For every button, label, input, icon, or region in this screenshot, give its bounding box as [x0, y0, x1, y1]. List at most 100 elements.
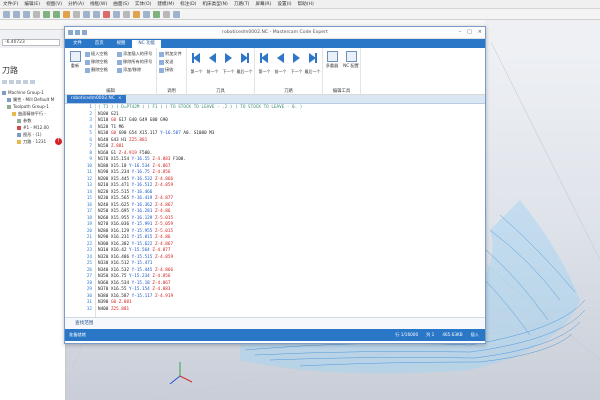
menu-item[interactable]: 建模(M) — [157, 1, 174, 7]
code-line[interactable]: 32 N400 Z25.881 — [65, 307, 129, 314]
code-token: N270 X16.036 — [98, 222, 132, 227]
new-icon[interactable] — [3, 10, 10, 18]
code-token: Z-4.877 — [154, 196, 174, 201]
undo-icon[interactable] — [43, 10, 50, 18]
close-tab-icon[interactable]: × — [118, 95, 122, 103]
renumber-button[interactable]: 重新 — [67, 51, 83, 69]
plane-icon[interactable] — [123, 10, 130, 18]
menu-item[interactable]: 曲面(S) — [113, 1, 129, 7]
code-token: N260 X15.955 — [98, 215, 132, 221]
code-token: Y-15.154 — [129, 287, 150, 292]
remove-spaces-button[interactable]: 移除空格 — [85, 59, 108, 65]
tree-item[interactable]: 曲面精修平行 - — [2, 110, 65, 117]
menu-item[interactable]: 帮助(H) — [298, 1, 314, 7]
analyze-icon[interactable] — [113, 10, 120, 18]
tool-next-button[interactable]: 下一个 — [221, 53, 236, 75]
tool-last-button[interactable]: 最后一个 — [237, 53, 253, 75]
tool-first-button[interactable]: 第一个 — [189, 53, 204, 75]
ribbon-tabs: 文件 首页 视图 NC 功能 — [65, 39, 485, 48]
zoom-icon[interactable] — [63, 10, 70, 18]
tree-item[interactable]: 参数 — [2, 117, 65, 124]
tab-view[interactable]: 视图 — [111, 40, 132, 48]
tree-item-label: Toolpath Group-1 — [13, 104, 49, 109]
tree-item[interactable]: Toolpath Group-1 — [2, 103, 65, 110]
menu-item[interactable]: 机床类型(N) — [202, 1, 227, 7]
redo-icon[interactable] — [53, 10, 60, 18]
toolpath-next-button[interactable]: 下一个 — [289, 53, 304, 75]
regen-icon[interactable] — [9, 80, 14, 84]
shade-icon[interactable] — [143, 10, 150, 18]
menu-item[interactable]: 实体(O) — [135, 1, 151, 7]
tool-prev-button[interactable]: 前一个 — [205, 53, 220, 75]
ribbon-group-edit: 重新 插入空格 移除空格 删除空格 添加插入的序号 移除所有的序号 添加/移除 … — [65, 48, 157, 95]
receive-button[interactable]: 接收 — [159, 67, 173, 73]
select-all-icon[interactable] — [2, 80, 7, 84]
code-expert-window: roboticedm0002.NC - Mastercam Code Exper… — [64, 26, 486, 344]
menu-item[interactable]: 线框(W) — [90, 1, 107, 7]
view-front-icon[interactable] — [93, 10, 100, 18]
geometry-icon — [17, 132, 21, 137]
code-token: Z-4.859 — [154, 254, 174, 260]
light-icon[interactable] — [133, 10, 140, 18]
menu-item[interactable]: 刀路(T) — [234, 1, 250, 7]
toolpath-last-button[interactable]: 最后一个 — [305, 53, 321, 75]
axis-triad — [169, 362, 193, 385]
menu-item[interactable]: 文件(F) — [3, 1, 18, 7]
document-tab[interactable]: roboticedm0002.NC × — [67, 95, 126, 103]
tab-nc-functions[interactable]: NC 功能 — [132, 40, 161, 48]
post-icon[interactable] — [30, 80, 35, 84]
nc-code-editor[interactable]: 1( T1 ) ( D=PT42M ) ( F1 ) ( TO STOCK TO… — [65, 104, 485, 317]
status-bar: 准备就绪 行 1/16000 列 1 465.63KB 插入 — [65, 329, 485, 341]
properties-icon — [7, 97, 11, 102]
save-icon[interactable] — [23, 10, 30, 18]
color-icon[interactable] — [173, 10, 180, 18]
code-token: Y-16.534 — [129, 163, 150, 169]
send-button[interactable]: 发送 — [159, 59, 173, 65]
menu-item[interactable]: 分析(A) — [68, 1, 84, 7]
toolpath-prev-button[interactable]: 前一个 — [273, 53, 288, 75]
fit-icon[interactable] — [73, 10, 80, 18]
toolpath-first-button[interactable]: 第一个 — [257, 53, 272, 75]
tab-home[interactable]: 首页 — [89, 40, 110, 48]
find-range-bar[interactable]: 查找范围 — [65, 317, 485, 329]
verify-icon[interactable] — [23, 80, 28, 84]
view-top-icon[interactable] — [83, 10, 90, 18]
code-token: N300 X16.382 — [98, 241, 132, 247]
tree-item[interactable]: 属性 - Mill Default M — [2, 96, 65, 103]
tree-item[interactable]: #1 - M12.00 — [2, 124, 65, 131]
tree-item-label: 参数 — [23, 117, 32, 123]
add-sequence-button[interactable]: 添加插入的序号 — [117, 51, 152, 57]
ribbon-group-label: 调用 — [167, 89, 176, 94]
menu-item[interactable]: 编辑(E) — [24, 1, 40, 7]
code-token: Y-16.129 — [131, 215, 153, 221]
remove-sequence-button[interactable]: 移除所有的序号 — [117, 59, 152, 65]
multi-edit-button[interactable]: 多重器 — [324, 51, 340, 69]
menu-item[interactable]: 设置(I) — [277, 1, 291, 7]
tree-item[interactable]: 图形 - (1) — [2, 131, 65, 138]
add-remove-button[interactable]: 添加/移除 — [117, 67, 141, 73]
code-token: N320 X16.486 — [98, 254, 132, 260]
nc-config-button[interactable]: NC 配置 — [343, 51, 359, 69]
simulate-icon[interactable] — [16, 80, 21, 84]
code-token: Z-4.867 — [154, 241, 174, 247]
tree-item[interactable]: Machine Group-1 — [2, 89, 65, 96]
tree-item-label: 属性 - Mill Default M — [13, 96, 55, 102]
attach-file-button[interactable]: 附加文件 — [159, 51, 182, 57]
layer-icon[interactable] — [163, 10, 170, 18]
delete-spaces-button[interactable]: 删除空格 — [85, 67, 108, 73]
parameters-icon — [17, 118, 21, 123]
ribbon-group-toolpath-nav: 第一个 前一个 下一个 最后一个 刀路 — [255, 48, 323, 95]
gear-icon[interactable] — [153, 10, 160, 18]
menu-item[interactable]: 屏幕(R) — [255, 1, 271, 7]
maximize-icon[interactable]: □ — [467, 29, 472, 35]
coordinate-field[interactable]: -6.40723 — [2, 39, 60, 46]
close-icon[interactable]: × — [478, 29, 482, 35]
print-icon[interactable] — [33, 10, 40, 18]
menu-item[interactable]: 标注(D) — [180, 1, 196, 7]
tab-file[interactable]: 文件 — [67, 40, 88, 48]
insert-spaces-button[interactable]: 插入空格 — [85, 51, 108, 57]
delete-icon[interactable] — [103, 10, 110, 18]
open-icon[interactable] — [13, 10, 20, 18]
menu-item[interactable]: 视图(V) — [46, 1, 62, 7]
minimize-icon[interactable]: – — [459, 29, 462, 35]
